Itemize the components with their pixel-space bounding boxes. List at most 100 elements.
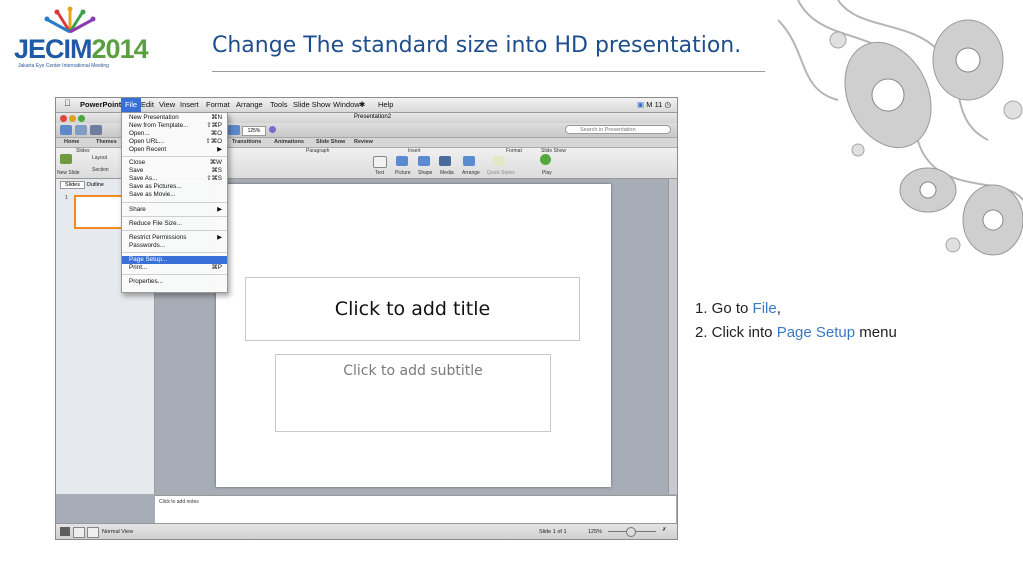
tab-animations[interactable]: Animations [274,139,304,145]
fit-window-icon[interactable]: ✗ [662,527,667,533]
help-icon[interactable] [269,126,276,133]
new-slide-icon[interactable] [60,154,72,164]
notes-placeholder: Click to add notes [159,499,199,505]
step-2: 2. Click into Page Setup menu [695,324,897,341]
menu-item-save-as[interactable]: Save As... ⇧⌘S [122,175,227,183]
menu-tools[interactable]: Tools [270,100,288,109]
title-divider [212,71,765,72]
instruction-steps: 1. Go to File, 2. Click into Page Setup … [695,297,897,345]
group-slides-label: Slides [76,148,90,154]
tab-slides[interactable]: Slides [60,181,85,189]
menubar-status-icons: ▣ M 11 ◷ [637,100,671,109]
normal-view-icon[interactable] [60,527,70,536]
apple-icon[interactable]:  [64,98,71,108]
menu-item-passwords[interactable]: Passwords... [122,242,227,250]
menu-file[interactable]: File [121,98,142,112]
quick-styles-icon[interactable] [493,156,505,166]
section-button[interactable]: Section [92,167,109,173]
tab-themes[interactable]: Themes [96,139,117,145]
menu-item-open-url[interactable]: Open URL... ⇧⌘O [122,138,227,146]
jecim-logo: JECIM2014 Jakarta Eye Center Internation… [14,6,149,70]
menu-item-new-from-template[interactable]: New from Template... ⇧⌘P [122,122,227,130]
menu-separator [122,156,227,157]
menu-item-print[interactable]: Print... ⌘P [122,264,227,272]
media-button[interactable]: Media [440,170,454,176]
picture-icon[interactable] [396,156,408,166]
menu-separator [122,202,227,203]
file-menu-dropdown: New Presentation ⌘N New from Template... ⇧… [121,112,228,293]
menu-item-page-setup[interactable]: Page Setup... [122,256,227,264]
tab-transitions[interactable]: Transitions [232,139,261,145]
close-window-icon[interactable] [60,115,67,122]
menu-item-save[interactable]: Save ⌘S [122,167,227,175]
slide-sorter-icon[interactable] [73,527,85,538]
menu-arrange[interactable]: Arrange [236,100,263,109]
logo-subtitle: Jakarta Eye Center International Meeting [18,63,109,69]
tab-outline[interactable]: Outline [87,182,104,188]
text-button[interactable]: Text [375,170,384,176]
toolbar-view-icon[interactable] [228,125,240,135]
tab-home[interactable]: Home [64,139,79,145]
menu-view[interactable]: View [159,100,175,109]
play-icon[interactable] [540,154,551,165]
status-zoom: 125% [588,529,603,535]
media-icon[interactable] [439,156,451,166]
slide-title: Change The standard size into HD present… [212,33,742,58]
menu-separator [122,230,227,231]
script-icon[interactable]: ✱ [359,100,365,109]
shape-button[interactable]: Shape [418,170,432,176]
menu-item-save-as-pictures[interactable]: Save as Pictures... [122,183,227,191]
toolbar-new-icon[interactable] [60,125,72,135]
menu-separator [122,274,227,275]
zoom-slider-thumb[interactable] [626,527,636,537]
play-button[interactable]: Play [542,170,552,176]
tab-slide-show[interactable]: Slide Show [316,139,345,145]
pane-tabs: Slides Outline [60,181,104,189]
menu-item-share[interactable]: Share ▶ [122,206,227,214]
menu-item-new-presentation[interactable]: New Presentation ⌘N [122,114,227,122]
mac-menubar:  PowerPoint File Edit View Insert Forma… [56,98,677,113]
search-input[interactable]: Search in Presentation [565,125,671,134]
slide-canvas[interactable]: Click to add title Click to add subtitle [216,184,611,487]
menu-insert[interactable]: Insert [180,100,199,109]
menu-item-properties[interactable]: Properties... [122,278,227,286]
vertical-scrollbar[interactable] [668,179,677,494]
menu-powerpoint[interactable]: PowerPoint [80,100,121,109]
menu-edit[interactable]: Edit [141,100,154,109]
status-bar: Normal View Slide 1 of 1 125% ✗ [56,523,677,539]
step-2-page-setup-link: Page Setup [776,324,856,341]
menu-item-restrict-permissions[interactable]: Restrict Permissions ▶ [122,234,227,242]
picture-button[interactable]: Picture [395,170,411,176]
menu-item-open-recent[interactable]: Open Recent ▶ [122,146,227,154]
status-view-label: Normal View [102,529,134,535]
shape-icon[interactable] [418,156,430,166]
toolbar-save-icon[interactable] [90,125,102,135]
subtitle-placeholder[interactable]: Click to add subtitle [275,354,551,432]
menu-item-open[interactable]: Open... ⌘O [122,130,227,138]
status-slide-count: Slide 1 of 1 [539,529,567,535]
new-slide-button[interactable]: New Slide [57,170,80,176]
menu-separator [122,216,227,217]
quick-styles-button[interactable]: Quick Styles [487,170,515,176]
arrange-icon[interactable] [463,156,475,166]
tab-review[interactable]: Review [354,139,373,145]
layout-button[interactable]: Layout [92,155,107,161]
text-box-icon[interactable] [373,156,387,168]
menu-item-reduce-file-size[interactable]: Reduce File Size... [122,220,227,228]
menu-window[interactable]: Window [333,100,360,109]
toolbar-open-icon[interactable] [75,125,87,135]
notes-pane[interactable]: Click to add notes [155,495,676,523]
menu-help[interactable]: Help [378,100,393,109]
notes-view-icon[interactable] [87,527,99,538]
status-icon: ▣ [637,100,645,109]
menu-slide-show[interactable]: Slide Show [293,100,331,109]
arrange-button[interactable]: Arrange [462,170,480,176]
slide-thumb-number: 1 [65,195,68,201]
minimize-window-icon[interactable] [69,115,76,122]
zoom-window-icon[interactable] [78,115,85,122]
zoom-field[interactable]: 125% [242,126,266,136]
menu-item-close[interactable]: Close ⌘W [122,159,227,167]
menu-item-save-as-movie[interactable]: Save as Movie... [122,191,227,199]
title-placeholder[interactable]: Click to add title [245,277,580,341]
menu-format[interactable]: Format [206,100,230,109]
